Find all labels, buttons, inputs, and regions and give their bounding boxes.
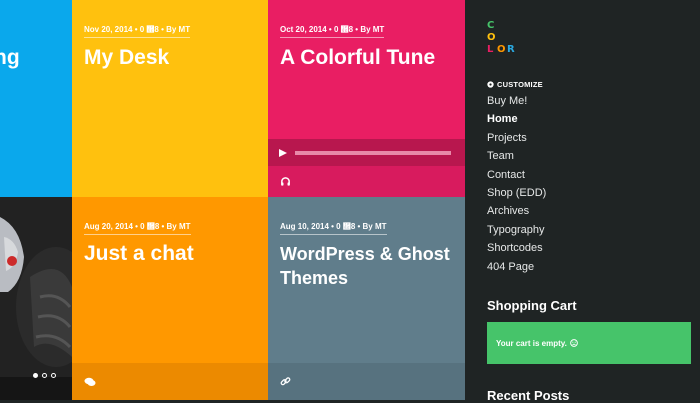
cart-empty-text: Your cart is empty. [496,338,567,348]
nav-item-team[interactable]: Team [487,147,546,165]
slider-dot[interactable] [51,373,56,378]
slider-dot[interactable] [42,373,47,378]
logo-letter: O [487,32,496,43]
post-title[interactable]: WordPress & Ghost Themes [280,242,460,290]
nav-item-projects[interactable]: Projects [487,129,546,147]
nav-item-shortcodes[interactable]: Shortcodes [487,239,546,257]
post-tile-my-desk[interactable]: Nov 20, 2014 • 0 ὞8 • By MT My Desk [72,0,268,197]
nav-item-404[interactable]: 404 Page [487,258,546,276]
slider-dots [33,373,60,378]
post-title[interactable]: ng [0,46,20,70]
shopping-cart-title: Shopping Cart [487,298,577,313]
post-meta: Aug 20, 2014 • 0 ὞8 • By MT [84,222,191,235]
post-title[interactable]: Just a chat [84,242,194,266]
post-meta: Aug 10, 2014 • 0 ὞8 • By MT [280,222,387,235]
nav-item-archives[interactable]: Archives [487,202,546,220]
sad-face-icon [570,339,578,347]
post-tile-colorful-tune[interactable]: Oct 20, 2014 • 0 ὞8 • By MT A Colorful T… [268,0,465,197]
post-tile-partial[interactable]: ng [0,0,72,197]
post-meta: Oct 20, 2014 • 0 ὞8 • By MT [280,25,385,38]
post-meta: Nov 20, 2014 • 0 ὞8 • By MT [84,25,191,38]
gear-icon [487,81,494,88]
post-tile-just-a-chat[interactable]: Aug 20, 2014 • 0 ὞8 • By MT Just a chat [72,197,268,400]
nav-item-typography[interactable]: Typography [487,221,546,239]
post-meta-text: Nov 20, 2014 • 0 ὞8 • By MT [84,25,191,34]
post-footer [72,363,268,400]
post-footer [268,363,465,400]
nav-item-contact[interactable]: Contact [487,166,546,184]
post-title[interactable]: A Colorful Tune [280,46,435,70]
post-title[interactable]: My Desk [84,46,169,70]
logo-letter: O [497,44,506,55]
audio-progress-bar[interactable] [295,151,451,155]
nav-item-shop[interactable]: Shop (EDD) [487,184,546,202]
logo-letter: R [507,44,515,55]
sidebar: C O L O R CUSTOMIZE Buy Me! Home Project… [465,0,700,403]
chat-icon [84,377,96,386]
link-icon [280,377,291,386]
main-nav: Buy Me! Home Projects Team Contact Shop … [487,92,546,276]
post-meta-text: Aug 20, 2014 • 0 ὞8 • By MT [84,222,191,231]
customize-link[interactable]: CUSTOMIZE [487,80,543,89]
play-icon[interactable] [278,148,288,158]
cart-empty-box: Your cart is empty. [487,322,691,364]
recent-posts-title: Recent Posts [487,388,570,403]
site-logo[interactable]: C O L O R [487,20,527,60]
logo-letter: C [487,20,495,31]
slider-dot-active[interactable] [33,373,38,378]
nav-item-buy-me[interactable]: Buy Me! [487,92,546,110]
post-meta-text: Oct 20, 2014 • 0 ὞8 • By MT [280,25,385,34]
post-meta-text: Aug 10, 2014 • 0 ὞8 • By MT [280,222,387,231]
audio-player[interactable] [268,139,465,166]
headphones-icon [281,177,290,186]
nav-item-home[interactable]: Home [487,110,546,128]
post-tile-wordpress-ghost[interactable]: Aug 10, 2014 • 0 ὞8 • By MT WordPress & … [268,197,465,400]
post-image-tile[interactable] [0,197,72,400]
post-image [0,197,72,400]
post-footer [268,166,465,197]
customize-label: CUSTOMIZE [497,80,543,89]
logo-letter: L [487,44,494,55]
